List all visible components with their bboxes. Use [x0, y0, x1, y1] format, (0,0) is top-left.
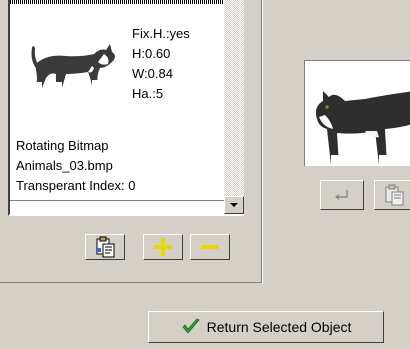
object-properties: Fix.H.:yes H:0.60 W:0.84 Ha.:5: [132, 24, 190, 104]
copy-clipboard-icon: [96, 236, 115, 258]
plus-icon: [154, 238, 172, 256]
object-list-viewport: Fix.H.:yes H:0.60 W:0.84 Ha.:5 Rotating …: [10, 0, 224, 200]
cat-image: [31, 44, 115, 88]
return-selected-object-label: Return Selected Object: [206, 319, 352, 335]
vertical-scrollbar[interactable]: [224, 0, 244, 214]
preview-panel: [282, 0, 410, 283]
height-property: H:0.60: [132, 46, 171, 61]
enter-button[interactable]: [320, 180, 364, 210]
enter-arrow-icon: [335, 190, 348, 200]
list-item[interactable]: Fix.H.:yes H:0.60 W:0.84 Ha.:5 Rotating …: [12, 10, 222, 200]
width-property: W:0.84: [132, 66, 173, 81]
check-icon: [182, 318, 200, 334]
fix-h-property: Fix.H.:yes: [132, 26, 190, 41]
object-preview: [304, 60, 410, 166]
list-bottom-field: [10, 200, 224, 214]
copy-object-button[interactable]: [85, 234, 125, 260]
list-focus-rule: [10, 0, 224, 4]
object-filename: Animals_03.bmp: [16, 158, 113, 173]
object-list[interactable]: Fix.H.:yes H:0.60 W:0.84 Ha.:5 Rotating …: [8, 0, 244, 216]
remove-object-button[interactable]: [190, 234, 230, 260]
objects-panel: Fix.H.:yes H:0.60 W:0.84 Ha.:5 Rotating …: [0, 0, 263, 284]
cat-image: [315, 91, 410, 165]
copy-preview-button[interactable]: [374, 180, 410, 210]
ha-property: Ha.:5: [132, 86, 164, 101]
return-selected-object-button[interactable]: Return Selected Object: [148, 311, 384, 343]
object-description: Rotating Bitmap Animals_03.bmp Transpera…: [16, 136, 135, 196]
object-type: Rotating Bitmap: [16, 138, 109, 153]
scroll-down-button[interactable]: [224, 196, 244, 214]
transparent-index: Transperant Index: 0: [16, 178, 136, 193]
minus-icon: [201, 245, 219, 249]
add-object-button[interactable]: [143, 234, 183, 260]
copy-clipboard-icon: [385, 184, 404, 206]
